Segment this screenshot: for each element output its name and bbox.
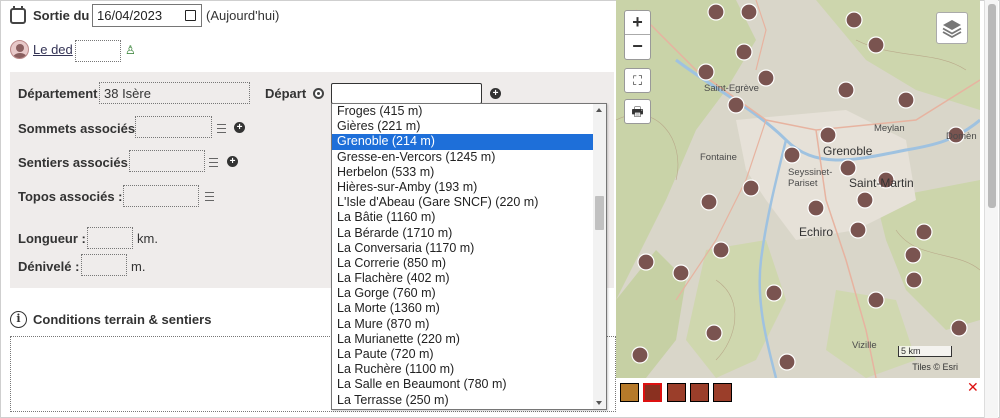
- denivele-input[interactable]: [81, 254, 127, 276]
- avatar: [10, 40, 29, 59]
- map-label-saint-egreve: Saint-Egrève: [704, 83, 759, 94]
- page-scrollbar[interactable]: [984, 0, 998, 418]
- target-icon[interactable]: [313, 88, 324, 99]
- page-scrollbar-thumb[interactable]: [988, 4, 996, 208]
- depart-option[interactable]: La Terrasse (250 m): [332, 393, 594, 408]
- sortie-label: Sortie du: [33, 8, 90, 23]
- depart-option[interactable]: Hières-sur-Amby (193 m): [332, 180, 594, 195]
- map[interactable]: + − ⛶ 🖶 Meylan Grenoble Saint-Martin Sai…: [616, 0, 980, 378]
- direction-tool-icon[interactable]: [713, 383, 732, 402]
- depart-select[interactable]: [331, 83, 482, 104]
- sortie-date-input[interactable]: 16/04/2023: [92, 4, 202, 27]
- depart-label: Départ: [265, 86, 307, 101]
- sommets-input[interactable]: [135, 116, 212, 138]
- conditions-label: Conditions terrain & sentiers: [33, 312, 212, 327]
- zoom-out-button[interactable]: −: [625, 35, 650, 59]
- route-tool-icon[interactable]: [643, 383, 662, 402]
- add-depart-icon[interactable]: +: [490, 88, 501, 99]
- depart-dropdown[interactable]: Froges (415 m) Gières (221 m) Grenoble (21…: [331, 103, 607, 410]
- author-extra-input[interactable]: [75, 40, 121, 62]
- add-sommet-icon[interactable]: +: [234, 122, 245, 133]
- map-label-echirolles: Echiro: [799, 225, 834, 239]
- denivele-unit: m.: [131, 259, 146, 274]
- map-label-seyssinet: Seyssinet-: [788, 167, 833, 178]
- map-label-vizille: Vizille: [852, 340, 877, 351]
- depart-option[interactable]: La Gorge (760 m): [332, 286, 594, 301]
- sentiers-label: Sentiers associés: [18, 155, 128, 170]
- map-attribution: Tiles © Esri: [912, 362, 958, 372]
- map-label-grenoble: Grenoble: [823, 144, 873, 158]
- map-label-fontaine: Fontaine: [700, 152, 737, 163]
- depart-option[interactable]: La Bâtie (1160 m): [332, 210, 594, 225]
- dropdown-scrollbar[interactable]: [593, 104, 606, 409]
- map-label-pariset: Pariset: [788, 178, 818, 189]
- close-icon[interactable]: ✕: [967, 379, 979, 396]
- map-label-domene: Domèn: [946, 131, 977, 142]
- map-terrain: [616, 0, 980, 378]
- depart-option[interactable]: La Mure (870 m): [332, 317, 594, 332]
- depart-option[interactable]: Gresse-en-Vercors (1245 m): [332, 150, 594, 165]
- depart-option[interactable]: La Bérarde (1710 m): [332, 226, 594, 241]
- scroll-up-icon[interactable]: [596, 108, 602, 112]
- scale-bar: 5 km: [898, 346, 952, 357]
- longueur-input[interactable]: [87, 227, 133, 249]
- depart-option[interactable]: La Morte (1360 m): [332, 301, 594, 316]
- depart-option[interactable]: La Conversaria (1170 m): [332, 241, 594, 256]
- map-label-meylan: Meylan: [874, 123, 905, 134]
- list-icon[interactable]: [209, 158, 218, 167]
- dropdown-scrollbar-thumb[interactable]: [595, 196, 604, 230]
- departement-value: 38 Isère: [104, 86, 151, 101]
- depart-options-list: Froges (415 m) Gières (221 m) Grenoble (21…: [332, 104, 594, 408]
- author-link[interactable]: Le ded: [33, 42, 73, 57]
- topos-label: Topos associés :: [18, 189, 123, 204]
- map-label-saint-martin: Saint-Martin: [849, 176, 914, 190]
- add-person-icon[interactable]: ♙: [125, 43, 136, 57]
- longueur-label: Longueur :: [18, 231, 86, 246]
- add-sentier-icon[interactable]: +: [227, 156, 238, 167]
- depart-option[interactable]: Herbelon (533 m): [332, 165, 594, 180]
- departement-label: Département: [18, 86, 98, 101]
- scroll-down-icon[interactable]: [596, 401, 602, 405]
- sommets-label: Sommets associés: [18, 121, 136, 136]
- layers-icon: [942, 20, 962, 39]
- depart-option[interactable]: Grenoble (214 m): [332, 134, 594, 150]
- list-icon[interactable]: [205, 192, 214, 201]
- compare-tool-icon[interactable]: [690, 383, 709, 402]
- folder-tool-icon[interactable]: [620, 383, 639, 402]
- zoom-in-button[interactable]: +: [625, 11, 650, 35]
- layers-button[interactable]: [936, 12, 968, 44]
- sentiers-input[interactable]: [129, 150, 205, 172]
- depart-option[interactable]: La Flachère (402 m): [332, 271, 594, 286]
- print-button[interactable]: 🖶: [624, 99, 651, 124]
- sortie-date-value: 16/04/2023: [97, 8, 163, 23]
- fullscreen-button[interactable]: ⛶: [624, 68, 651, 93]
- longueur-unit: km.: [137, 231, 158, 246]
- depart-option[interactable]: Gières (221 m): [332, 119, 594, 134]
- today-text: (Aujourd'hui): [206, 8, 280, 23]
- depart-option[interactable]: La Murianette (220 m): [332, 332, 594, 347]
- depart-option[interactable]: La Correrie (850 m): [332, 256, 594, 271]
- topos-input[interactable]: [123, 185, 199, 207]
- denivele-label: Dénivelé :: [18, 259, 80, 274]
- zoom-control: + −: [624, 10, 651, 60]
- date-picker-icon[interactable]: [185, 10, 196, 21]
- depart-option[interactable]: Froges (415 m): [332, 104, 594, 119]
- departement-input[interactable]: 38 Isère: [99, 82, 250, 104]
- depart-option[interactable]: La Ruchère (1100 m): [332, 362, 594, 377]
- info-icon: i: [10, 311, 27, 328]
- calendar-icon: [10, 6, 26, 24]
- depart-option[interactable]: La Salle en Beaumont (780 m): [332, 377, 594, 392]
- depart-option[interactable]: La Paute (720 m): [332, 347, 594, 362]
- depart-option[interactable]: L'Isle d'Abeau (Gare SNCF) (220 m): [332, 195, 594, 210]
- terrain-tool-icon[interactable]: [667, 383, 686, 402]
- list-icon[interactable]: [217, 124, 226, 133]
